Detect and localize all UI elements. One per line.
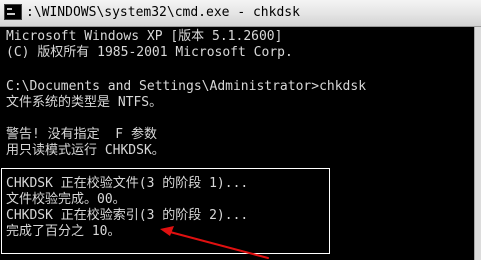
cmd-window: :\WINDOWS\system32\cmd.exe - chkdsk Micr… (0, 0, 481, 260)
red-arrow-icon (160, 226, 269, 259)
